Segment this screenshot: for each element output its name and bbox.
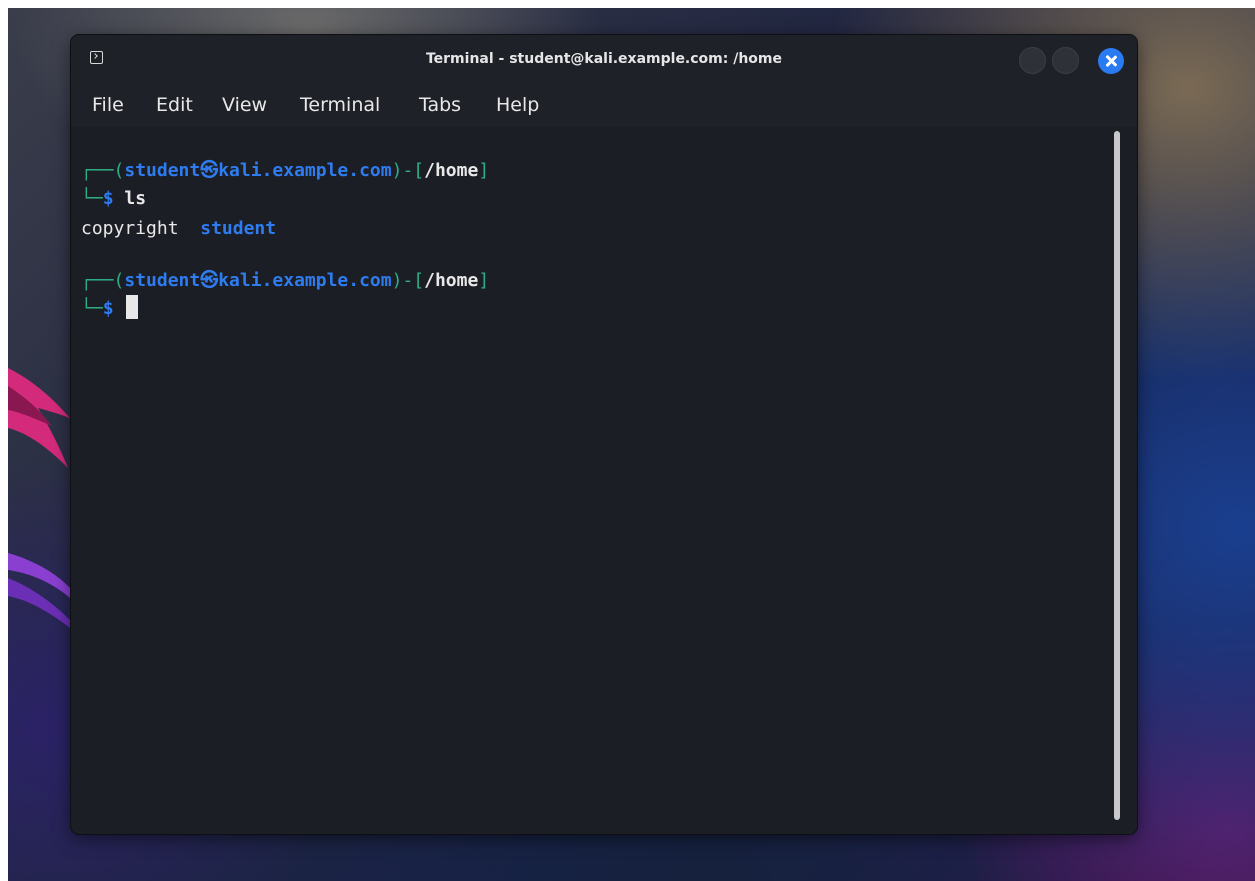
prompt-path: /home xyxy=(424,270,479,291)
prompt-host: kali.example.com xyxy=(218,270,392,291)
terminal-window[interactable]: Terminal - student@kali.example.com: /ho… xyxy=(71,35,1137,834)
prompt-separator: )-[ xyxy=(391,160,425,181)
prompt-host: kali.example.com xyxy=(218,160,392,181)
maximize-icon[interactable] xyxy=(1052,47,1079,74)
prompt-end: ] xyxy=(478,160,490,181)
minimize-icon[interactable] xyxy=(1019,47,1046,74)
menu-bar: File Edit View Terminal Tabs Help xyxy=(71,85,1137,127)
prompt-line-2: ┌──(student㉿kali.example.com)-[/home] xyxy=(81,267,489,295)
menu-tabs[interactable]: Tabs xyxy=(419,94,461,116)
prompt-path: /home xyxy=(424,160,479,181)
command-line-1: └─$ ls xyxy=(81,185,146,213)
terminal-output-area[interactable]: ┌──(student㉿kali.example.com)-[/home] └─… xyxy=(71,127,1137,834)
prompt-dollar: $ xyxy=(102,298,114,319)
menu-view[interactable]: View xyxy=(222,94,267,116)
prompt-dollar: $ xyxy=(102,188,114,209)
output-directory: student xyxy=(200,218,277,239)
prompt-end: ] xyxy=(478,270,490,291)
prompt-at-symbol: ㉿ xyxy=(200,270,219,291)
text-cursor xyxy=(126,295,139,319)
prompt-corner: ┌──( xyxy=(81,160,125,181)
prompt-at-symbol: ㉿ xyxy=(200,160,219,181)
prompt-corner: ┌──( xyxy=(81,270,125,291)
vertical-scrollbar[interactable] xyxy=(1114,131,1120,820)
desktop-background: Terminal - student@kali.example.com: /ho… xyxy=(8,8,1255,881)
menu-terminal[interactable]: Terminal xyxy=(300,94,380,116)
title-bar[interactable]: Terminal - student@kali.example.com: /ho… xyxy=(71,35,1137,85)
output-line: copyright student xyxy=(81,215,276,243)
menu-edit[interactable]: Edit xyxy=(156,94,193,116)
window-title: Terminal - student@kali.example.com: /ho… xyxy=(425,51,783,67)
prompt-separator: )-[ xyxy=(391,270,425,291)
command-text: ls xyxy=(124,188,147,209)
menu-help[interactable]: Help xyxy=(496,94,539,116)
menu-file[interactable]: File xyxy=(92,94,124,116)
prompt-corner: └─ xyxy=(81,188,103,209)
output-file: copyright xyxy=(81,218,179,239)
close-icon[interactable] xyxy=(1098,48,1124,74)
prompt-line-1: ┌──(student㉿kali.example.com)-[/home] xyxy=(81,157,489,185)
prompt-corner: └─ xyxy=(81,298,103,319)
command-line-2[interactable]: └─$ xyxy=(81,295,139,323)
prompt-user: student xyxy=(124,160,201,181)
prompt-user: student xyxy=(124,270,201,291)
